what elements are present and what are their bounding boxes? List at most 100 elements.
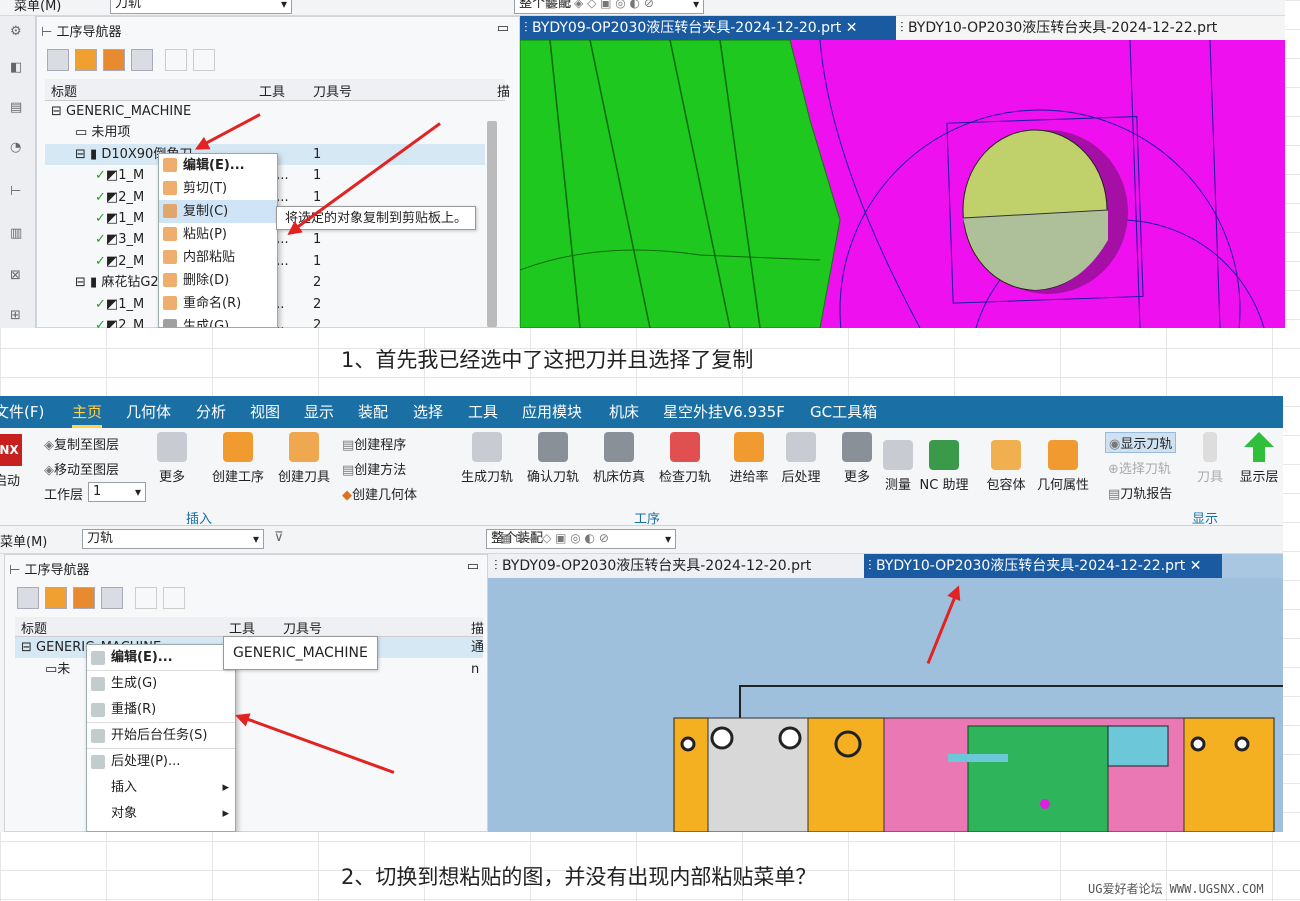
menu-item[interactable]: 重命名(R) (159, 292, 277, 315)
menu-item[interactable]: 后处理(P)... (87, 749, 235, 775)
create-operation-button[interactable]: 创建工序 (208, 432, 268, 485)
move-to-layer-button[interactable]: ◈移动至图层 (44, 459, 119, 478)
toolpath-report-button[interactable]: ▤刀轨报告 (1108, 483, 1172, 502)
menu-button[interactable]: 菜单(M) (0, 531, 47, 550)
assembly-icon[interactable]: ▤ (10, 100, 22, 115)
doc-tab-inactive[interactable]: ⫶ BYDY09-OP2030液压转台夹具-2024-12-20.prt (488, 554, 864, 578)
close-icon[interactable]: ✕ (1190, 558, 1202, 574)
menu-item[interactable]: 开始后台任务(S) (87, 723, 235, 749)
doc-tab-inactive[interactable]: ⫶ BYDY10-OP2030液压转台夹具-2024-12-22.prt (896, 16, 1285, 40)
col-title[interactable]: 标题 (51, 81, 77, 100)
doc-tab-active[interactable]: ⫶ BYDY10-OP2030液压转台夹具-2024-12-22.prt ✕ (864, 554, 1222, 578)
ribbon-tab[interactable]: 文件(F) (0, 396, 44, 428)
ribbon-tab[interactable]: 星空外挂V6.935F (663, 396, 785, 428)
show-toolpath-button[interactable]: ◉显示刀轨 (1105, 432, 1177, 453)
menu-item[interactable]: 编辑(E)... (159, 154, 277, 177)
graphics-window[interactable]: ⫶ BYDY09-OP2030液压转台夹具-2024-12-20.prt ✕ ⫶… (520, 16, 1285, 328)
col-title[interactable]: 标题 (21, 618, 47, 637)
ribbon-tab[interactable]: GC工具箱 (810, 396, 877, 428)
menu-button[interactable]: 菜单(M) (14, 0, 61, 14)
display-layer-button[interactable]: 显示层 (1236, 432, 1282, 485)
filter-icon[interactable]: ⊽ (274, 530, 284, 545)
part-icon[interactable]: ◧ (10, 60, 22, 75)
nav-scrollbar[interactable] (487, 121, 497, 327)
menu-item[interactable]: 删除(D) (159, 269, 277, 292)
ribbon-tab[interactable]: 装配 (358, 396, 388, 428)
ribbon-tab[interactable]: 分析 (196, 396, 226, 428)
top-model-view[interactable] (520, 40, 1285, 328)
menu-item[interactable]: 编辑(E)... (87, 645, 235, 671)
machine-view-icon[interactable] (75, 49, 97, 71)
menu-item[interactable]: ▸ 插入 (87, 775, 235, 801)
graphics-window[interactable]: ⫶ BYDY09-OP2030液压转台夹具-2024-12-20.prt ⫶ B… (488, 554, 1283, 832)
menu-item[interactable]: 生成(G) (159, 315, 277, 327)
layer-more-button[interactable]: 更多 (152, 432, 192, 485)
col-toolno[interactable]: 刀具号 (283, 618, 322, 637)
select-toolpath-button[interactable]: ⊕选择刀轨 (1108, 458, 1171, 477)
collapse-icon[interactable] (165, 49, 187, 71)
ribbon-tab[interactable]: 视图 (250, 396, 280, 428)
menu-item[interactable]: 粘贴(P) (159, 223, 277, 246)
delete-icon[interactable] (193, 49, 215, 71)
ribbon-tab[interactable]: 主页 (72, 396, 103, 428)
history-icon[interactable]: ◔ (10, 140, 21, 155)
util-button[interactable]: 包容体 (978, 440, 1034, 493)
nx-logo[interactable]: NX (0, 434, 22, 466)
filter-select[interactable]: 刀轨 (110, 0, 292, 14)
tool-display-button[interactable]: 刀具 (1192, 432, 1228, 485)
copy-to-layer-button[interactable]: ◈复制至图层 (44, 434, 119, 453)
create-tool-button[interactable]: 创建刀具 (274, 432, 334, 485)
toolbar-icons[interactable]: ▦ ⊞ ◈ ◇ ▣ ◎ ◐ ⊘ (500, 531, 609, 545)
tree-row[interactable]: ⊟ GENERIC_MACHINE (45, 101, 485, 122)
col-toolno[interactable]: 刀具号 (313, 81, 352, 100)
ribbon-tab[interactable]: 机床 (609, 396, 639, 428)
menu-item[interactable]: 内部粘贴 (159, 246, 277, 269)
nav-icon[interactable]: ⊢ (10, 184, 21, 199)
maximize-icon[interactable]: ▭ (467, 559, 479, 574)
menu-item[interactable]: 生成(G) (87, 671, 235, 697)
close-icon[interactable]: ✕ (846, 20, 858, 36)
work-layer-select[interactable]: 1 (88, 482, 146, 502)
create-program-button[interactable]: ▤创建程序 (342, 434, 406, 453)
util-button[interactable]: NC 助理 (916, 440, 972, 493)
geometry-view-icon[interactable] (73, 587, 95, 609)
op-button[interactable]: 生成刀轨 (456, 432, 518, 485)
op-button[interactable]: 机床仿真 (588, 432, 650, 485)
delete-icon[interactable] (163, 587, 185, 609)
menu-item[interactable]: 剪切(T) (159, 177, 277, 200)
machine-icon[interactable]: ▥ (10, 226, 22, 241)
op-button[interactable]: 确认刀轨 (522, 432, 584, 485)
menu-item[interactable]: 复制(C) (159, 200, 277, 223)
start-button[interactable]: 启动 (0, 470, 20, 489)
menu-item[interactable]: ▸ 对象 (87, 801, 235, 827)
ribbon-tab[interactable]: 工具 (468, 396, 498, 428)
col-extra[interactable]: 描 (471, 618, 484, 637)
machine-view-icon[interactable] (45, 587, 67, 609)
bottom-model-view[interactable] (488, 578, 1283, 832)
ribbon-tab[interactable]: 几何体 (126, 396, 171, 428)
maximize-icon[interactable]: ▭ (497, 21, 509, 36)
filter-select[interactable]: 刀轨 (82, 529, 264, 549)
create-geometry-button[interactable]: ◆创建几何体 (342, 484, 417, 503)
ribbon-tab[interactable]: 应用模块 (522, 396, 582, 428)
method-view-icon[interactable] (101, 587, 123, 609)
collapse-icon[interactable] (135, 587, 157, 609)
col-tool[interactable]: 工具 (259, 81, 285, 100)
util-button[interactable]: 几何属性 (1030, 440, 1096, 493)
col-extra[interactable]: 描 (497, 81, 510, 100)
doc-tab-active[interactable]: ⫶ BYDY09-OP2030液压转台夹具-2024-12-20.prt ✕ (520, 16, 896, 40)
program-view-icon[interactable] (47, 49, 69, 71)
roles-icon[interactable]: ⊞ (10, 308, 21, 323)
geometry-view-icon[interactable] (103, 49, 125, 71)
col-tool[interactable]: 工具 (229, 618, 255, 637)
menu-item[interactable]: 重播(R) (87, 697, 235, 723)
reuse-icon[interactable]: ⊠ (10, 268, 21, 283)
ribbon-tab[interactable]: 显示 (304, 396, 334, 428)
ribbon-tab[interactable]: 选择 (413, 396, 443, 428)
op-button[interactable]: 检查刀轨 (654, 432, 716, 485)
settings-icon[interactable]: ⚙ (10, 24, 22, 39)
toolbar-icons[interactable]: ▦ ⊞ ◈ ◇ ▣ ◎ ◐ ⊘ (545, 0, 654, 10)
program-view-icon[interactable] (17, 587, 39, 609)
op-button[interactable]: 后处理 (770, 432, 832, 485)
create-method-button[interactable]: ▤创建方法 (342, 459, 406, 478)
